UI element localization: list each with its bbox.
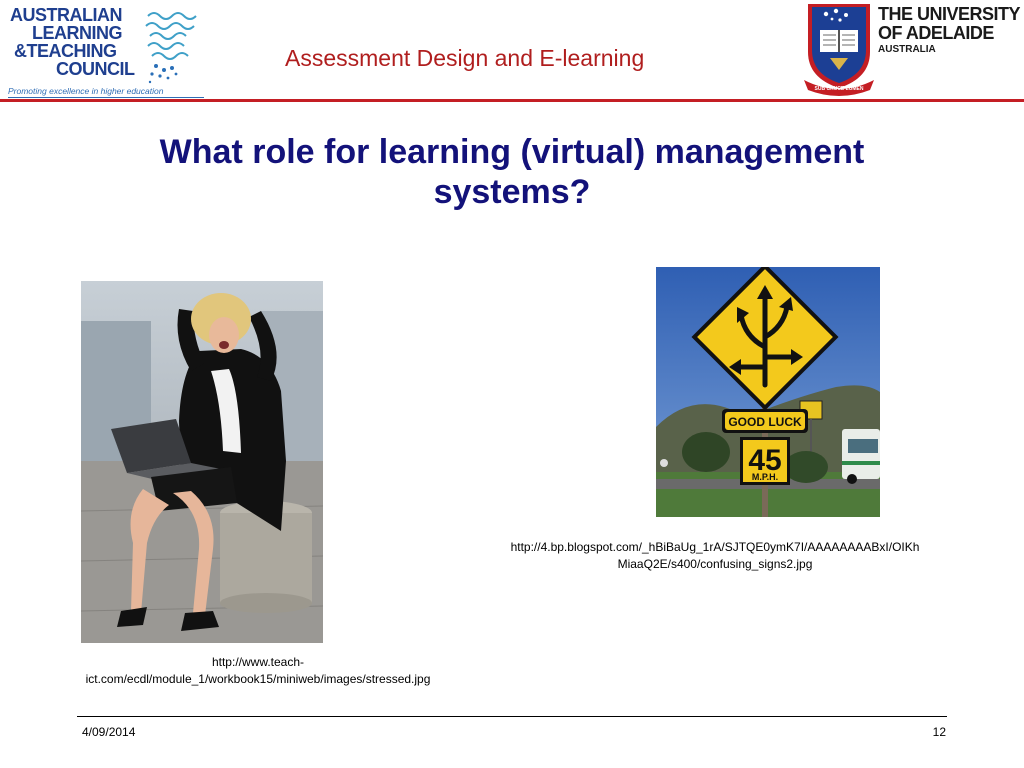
altc-wave-icon bbox=[145, 12, 197, 84]
good-luck-sign-text: GOOD LUCK bbox=[728, 415, 802, 429]
university-name-line-1: THE UNIVERSITY bbox=[878, 4, 1021, 24]
footer-date: 4/09/2014 bbox=[82, 725, 136, 739]
slide-title: What role for learning (virtual) managem… bbox=[60, 132, 964, 212]
altc-logo: AUSTRALIAN LEARNING &TEACHING COUNCIL Pr… bbox=[4, 4, 204, 100]
confusing-signs-photo: GOOD LUCK 45 M.P.H. bbox=[656, 267, 880, 517]
altc-logo-line-3: &TEACHING bbox=[14, 41, 117, 61]
altc-logo-line-1: AUSTRALIAN bbox=[10, 5, 123, 25]
university-of-adelaide-logo: THE UNIVERSITY OF ADELAIDE AUSTRALIA SUB… bbox=[800, 2, 1021, 97]
page-number: 12 bbox=[932, 725, 946, 739]
header-rule bbox=[0, 99, 1024, 102]
left-image-caption: http://www.teach- ict.com/ecdl/module_1/… bbox=[40, 654, 476, 688]
university-name-line-2: OF ADELAIDE bbox=[878, 23, 994, 43]
altc-tagline-rule bbox=[8, 97, 204, 98]
altc-logo-line-2: LEARNING bbox=[32, 23, 123, 43]
right-caption-line-1: http://4.bp.blogspot.com/_hBiBaUg_1rA/SJ… bbox=[510, 540, 920, 554]
slide-title-line-2: systems? bbox=[433, 173, 591, 211]
right-image-caption: http://4.bp.blogspot.com/_hBiBaUg_1rA/SJ… bbox=[455, 539, 975, 573]
altc-logo-line-4: COUNCIL bbox=[56, 59, 135, 79]
footer-rule bbox=[77, 716, 947, 717]
stressed-woman-photo bbox=[81, 281, 323, 643]
university-crest-icon bbox=[804, 4, 874, 96]
speed-sign-unit: M.P.H. bbox=[752, 472, 778, 482]
university-motto: SUB CRUCE LUMEN bbox=[814, 86, 864, 92]
header-title: Assessment Design and E-learning bbox=[285, 45, 645, 71]
altc-tagline: Promoting excellence in higher education bbox=[8, 86, 164, 96]
university-country: AUSTRALIA bbox=[878, 44, 936, 55]
slide-title-line-1: What role for learning (virtual) managem… bbox=[159, 133, 865, 171]
left-caption-line-1: http://www.teach- bbox=[211, 655, 305, 669]
left-caption-line-2: ict.com/ecdl/module_1/workbook15/miniweb… bbox=[85, 672, 431, 686]
right-caption-line-2: MiaaQ2E/s400/confusing_signs2.jpg bbox=[617, 557, 813, 571]
